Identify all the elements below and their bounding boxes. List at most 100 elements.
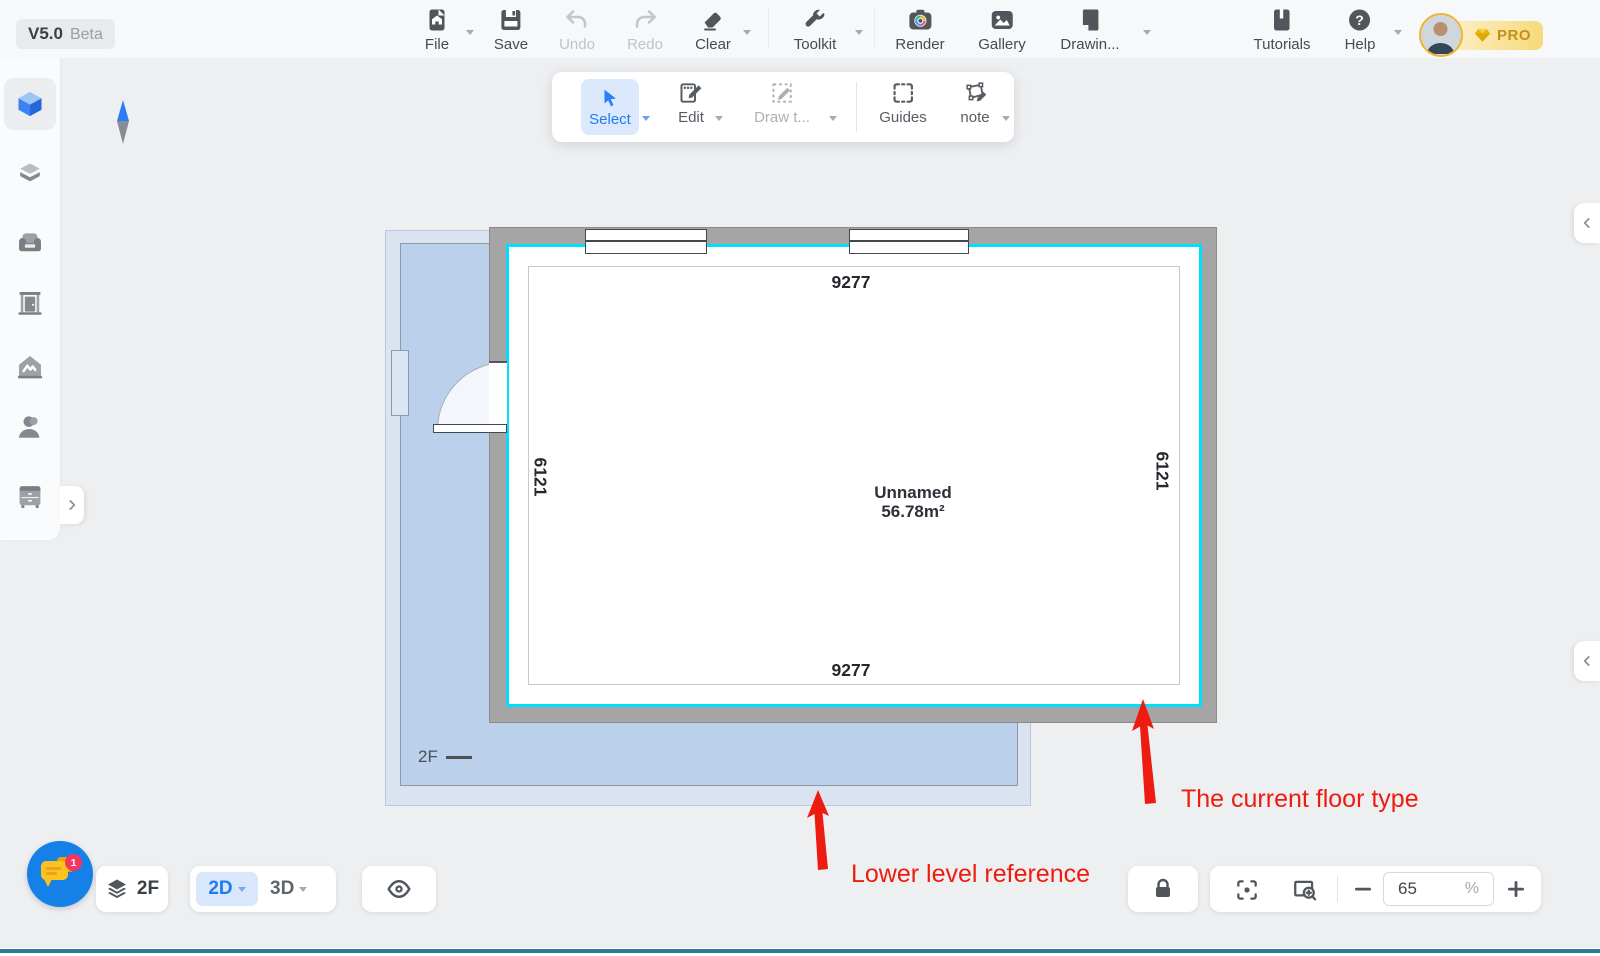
tool-toolbar-divider <box>856 82 857 132</box>
north-compass-icon[interactable] <box>117 100 129 121</box>
chevron-down-icon[interactable] <box>715 116 723 121</box>
room-name-label[interactable]: Unnamed <box>874 483 951 502</box>
view-2d-button[interactable]: 2D <box>196 872 258 906</box>
toolbar-divider <box>874 9 875 47</box>
visibility-button[interactable] <box>362 866 436 912</box>
drawing-button[interactable]: Drawin... <box>1060 7 1119 53</box>
window-pane-line <box>586 240 706 242</box>
chevron-down-icon[interactable] <box>466 30 474 35</box>
sidebar-item-storage[interactable] <box>15 481 45 511</box>
bottom-edge-line <box>0 949 1600 953</box>
window-top-left[interactable] <box>585 229 707 254</box>
sidebar-item-roles[interactable] <box>15 413 45 443</box>
chat-bubble-line <box>46 872 57 875</box>
door-opening[interactable] <box>489 361 507 431</box>
zoom-in-button[interactable] <box>1504 877 1528 906</box>
user-avatar[interactable] <box>1419 13 1463 57</box>
chevron-down-icon[interactable] <box>642 116 650 121</box>
right-panel-expand-tab[interactable] <box>1574 203 1600 243</box>
sidebar-item-doors-windows[interactable] <box>15 288 45 318</box>
floppy-save-icon <box>498 7 524 33</box>
gallery-button[interactable]: Gallery <box>978 7 1026 53</box>
pro-badge[interactable]: PRO <box>1452 21 1543 50</box>
save-button[interactable]: Save <box>494 7 528 53</box>
layers-icon <box>105 877 129 901</box>
note-tool-button[interactable]: note <box>960 80 989 126</box>
annotation-arrow-lower-level <box>806 790 836 872</box>
chevron-down-icon[interactable] <box>1143 30 1151 35</box>
view-mode-toggle: 2D 3D <box>190 866 336 912</box>
minus-icon <box>1351 877 1375 901</box>
version-number: V5.0 <box>28 24 63 44</box>
draw-type-tool-button[interactable]: Draw t... <box>754 80 810 126</box>
lock-button[interactable] <box>1128 866 1198 912</box>
sidebar-item-furniture[interactable] <box>15 227 45 257</box>
furniture-sofa-icon <box>15 227 45 257</box>
plus-icon <box>1504 877 1528 901</box>
chat-bubble-line <box>46 867 61 870</box>
window-top-right[interactable] <box>849 229 969 254</box>
chevron-down-icon[interactable] <box>829 116 837 121</box>
tutorials-button[interactable]: Tutorials <box>1254 7 1311 53</box>
chevron-down-icon[interactable] <box>743 30 751 35</box>
zoom-value: 65 <box>1398 879 1417 899</box>
help-question-icon: ? <box>1347 7 1373 33</box>
chevron-down-icon[interactable] <box>1394 30 1402 35</box>
chevron-down-icon[interactable] <box>855 30 863 35</box>
clear-button[interactable]: Clear <box>695 7 731 53</box>
guides-tool-button[interactable]: Guides <box>879 80 927 126</box>
svg-text:?: ? <box>1356 12 1365 28</box>
nightstand-icon <box>15 481 45 511</box>
version-badge: V5.0 Beta <box>16 19 115 49</box>
floor-levels-icon <box>15 160 45 190</box>
doorway-icon <box>15 288 45 318</box>
chevron-down-icon <box>238 887 246 892</box>
zoom-level-input[interactable]: 65 % <box>1383 872 1494 906</box>
dimension-right: 6121 <box>1152 452 1173 491</box>
zoom-area-button[interactable] <box>1292 877 1318 908</box>
sidebar-item-floors[interactable] <box>15 160 45 190</box>
redo-arrow-icon <box>632 7 658 33</box>
view-3d-button[interactable]: 3D <box>270 866 307 912</box>
toolkit-button[interactable]: Toolkit <box>794 7 837 53</box>
version-channel: Beta <box>70 26 103 44</box>
wrench-icon <box>802 7 828 33</box>
sidebar-expand-tab[interactable] <box>60 486 84 524</box>
notification-badge: 1 <box>65 854 82 871</box>
edit-tool-button[interactable]: Edit <box>678 80 704 126</box>
eye-icon <box>386 876 412 902</box>
topbar: V5.0 Beta File Save Undo <box>0 0 1600 58</box>
sidebar <box>0 58 60 540</box>
chevron-down-icon[interactable] <box>1002 116 1010 121</box>
edit-board-pencil-icon <box>678 80 704 106</box>
undo-arrow-icon <box>564 7 590 33</box>
file-button[interactable]: File <box>424 7 450 53</box>
sidebar-item-floorplan[interactable] <box>15 89 45 119</box>
file-home-icon <box>424 7 450 33</box>
chat-bubble-icon <box>41 861 68 880</box>
avatar-portrait <box>1421 15 1460 54</box>
person-icon <box>15 413 45 443</box>
right-panel-expand-tab-lower[interactable] <box>1574 641 1600 681</box>
zoom-out-button[interactable] <box>1351 877 1375 906</box>
chevron-left-icon <box>1580 654 1594 668</box>
sidebar-item-ai-design[interactable] <box>15 352 45 382</box>
camera-render-icon <box>907 7 933 33</box>
house-ai-icon <box>15 352 45 382</box>
app-root: 9277 9277 6121 6121 Unnamed 56.78m² 2F T… <box>0 0 1600 956</box>
undo-button[interactable]: Undo <box>559 7 595 53</box>
toolbar-divider <box>768 9 769 47</box>
redo-button[interactable]: Redo <box>627 7 663 53</box>
annotation-arrow-floor-type <box>1130 699 1162 807</box>
fit-view-button[interactable] <box>1234 877 1260 908</box>
select-tool-button[interactable]: Select <box>581 79 639 135</box>
zoom-unit: % <box>1465 880 1479 898</box>
picture-gallery-icon <box>989 7 1015 33</box>
help-button[interactable]: ? Help <box>1345 7 1376 53</box>
render-button[interactable]: Render <box>895 7 944 53</box>
chevron-right-icon <box>65 498 79 512</box>
eraser-icon <box>700 7 726 33</box>
chat-fab[interactable]: 1 <box>27 841 93 907</box>
floor-layers-button[interactable]: 2F <box>96 866 168 912</box>
door-leaf[interactable] <box>433 424 507 433</box>
